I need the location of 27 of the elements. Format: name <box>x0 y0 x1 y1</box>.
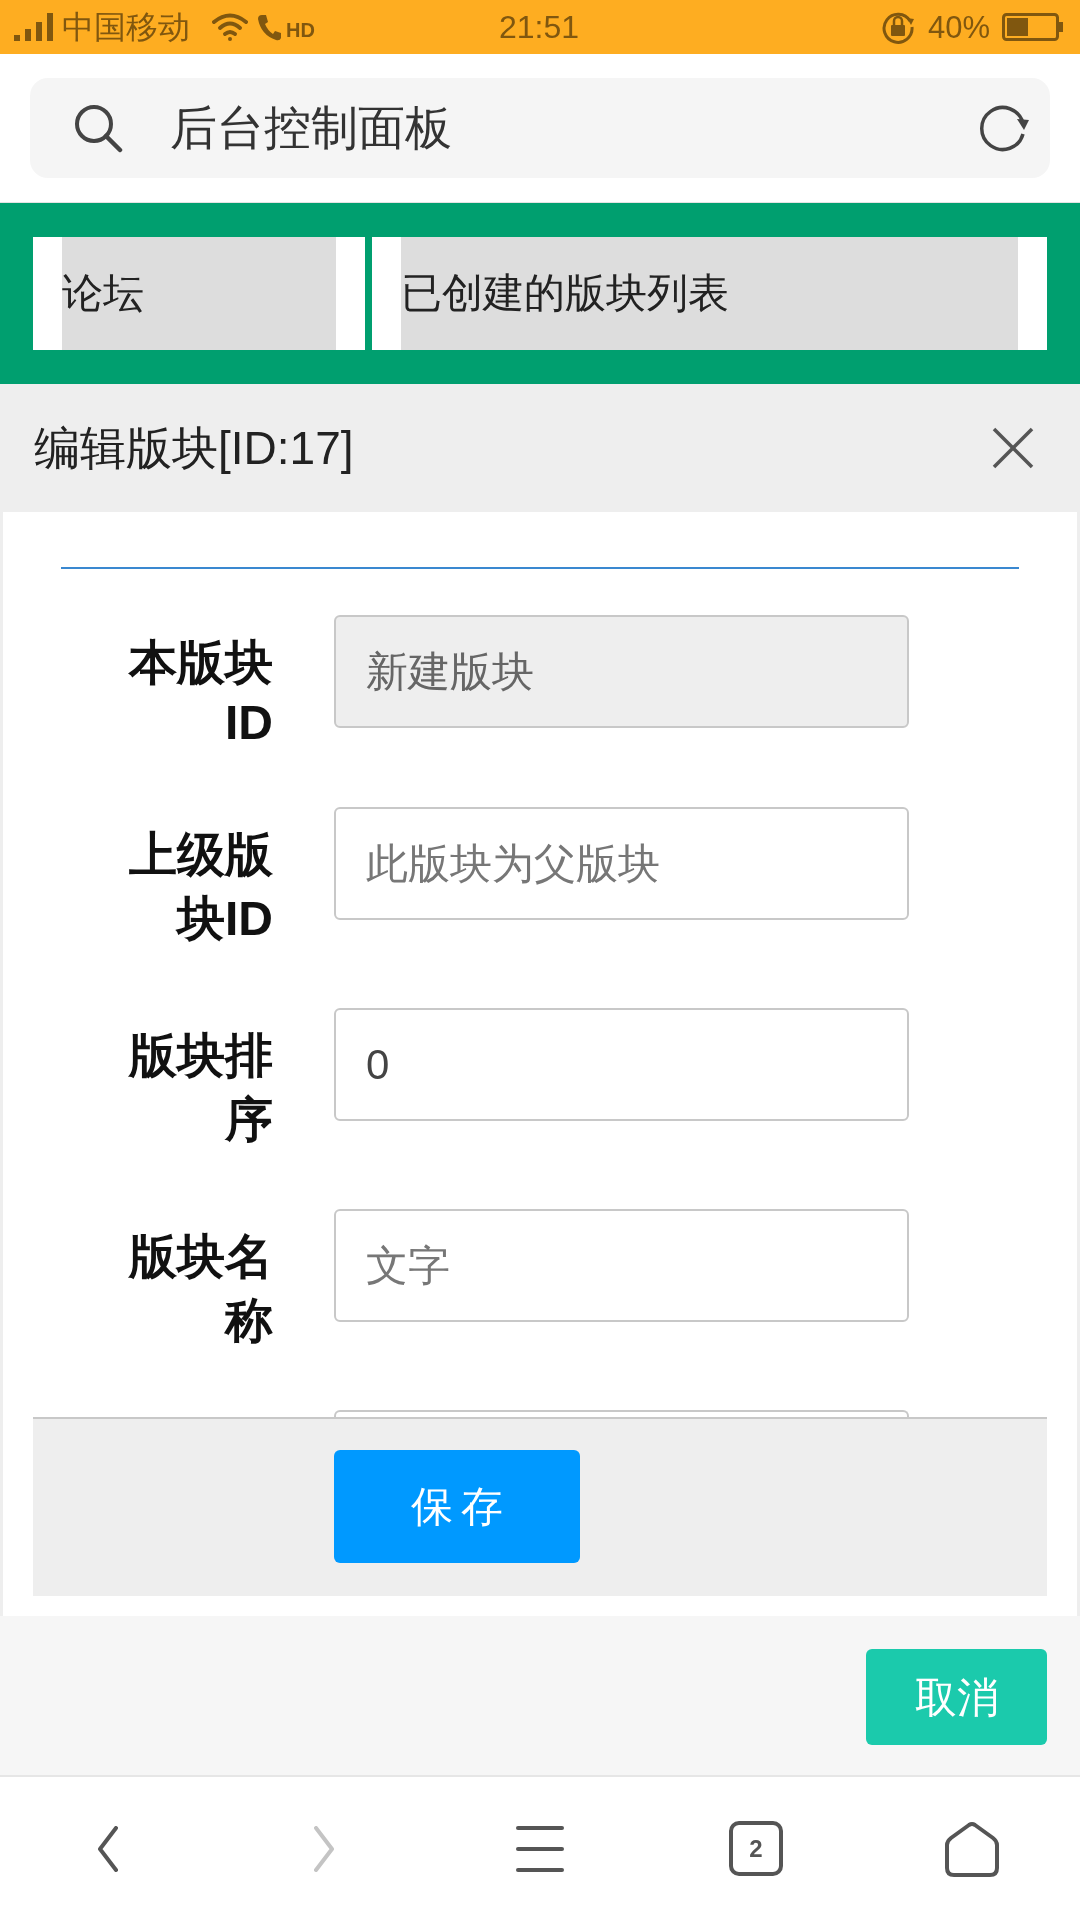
chevron-left-icon[interactable] <box>98 1825 118 1872</box>
battery-icon <box>1002 13 1064 41</box>
battery-percent: 40% <box>927 11 990 43</box>
tab[interactable]: 已创建的版块列表 <box>372 237 1047 350</box>
home-icon[interactable] <box>943 1819 1001 1878</box>
tab-switcher-button[interactable]: 2 <box>729 1821 783 1876</box>
menu-icon[interactable] <box>516 1825 564 1872</box>
input-field[interactable]: 0 <box>334 1008 909 1121</box>
field-label: 版块名称 <box>127 1229 273 1349</box>
address-bar[interactable]: 后台控制面板 <box>30 78 1050 178</box>
carrier-name: 中国移动 <box>62 11 190 43</box>
modal-title: 编辑版块[ID:17] <box>34 420 354 476</box>
page-title: 后台控制面板 <box>170 99 453 156</box>
input-field[interactable]: 新建版块 <box>334 615 909 728</box>
search-icon <box>73 103 123 153</box>
signal-icon <box>14 13 54 41</box>
hd-label: HD <box>286 20 315 40</box>
tab[interactable]: 论坛 <box>33 237 365 350</box>
input-field[interactable]: 此版块为父版块 <box>334 807 909 920</box>
field-label: 上级版块ID <box>128 827 273 947</box>
phone-icon <box>256 13 282 41</box>
wifi-icon <box>212 13 248 41</box>
field-label: 本版块ID <box>127 635 273 750</box>
clock-time: 21:51 <box>498 9 580 45</box>
input-field[interactable]: 文字 <box>334 1209 909 1322</box>
close-icon[interactable] <box>992 427 1034 469</box>
field-label: 版块排序 <box>127 1028 273 1148</box>
